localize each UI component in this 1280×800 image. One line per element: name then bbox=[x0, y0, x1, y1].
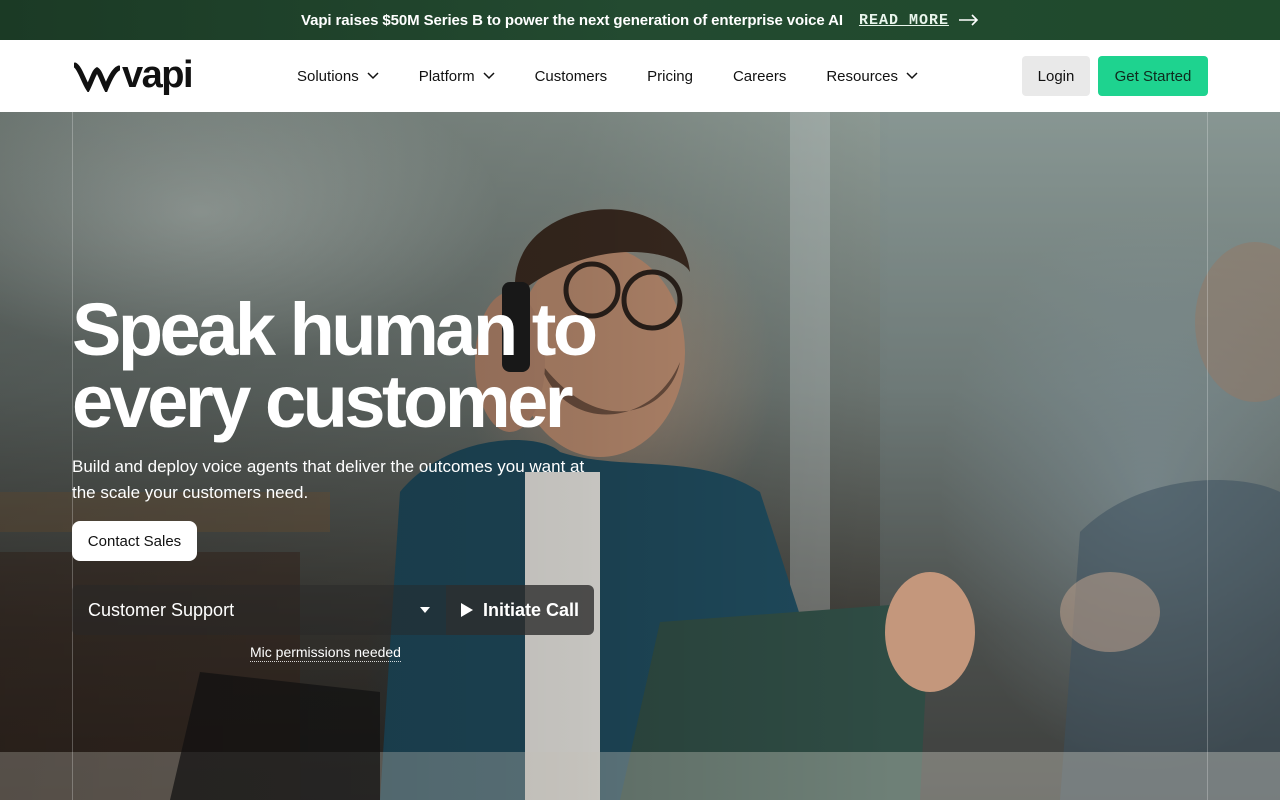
nav-item-label: Solutions bbox=[297, 67, 359, 85]
nav-item-label: Platform bbox=[418, 67, 475, 85]
initiate-call-button[interactable]: Initiate Call bbox=[446, 585, 594, 635]
chevron-down-icon bbox=[367, 72, 379, 80]
hero-section: Speak human to every customer Build and … bbox=[0, 112, 1280, 800]
guide-line-right bbox=[1207, 112, 1208, 800]
chevron-down-icon bbox=[483, 72, 495, 80]
nav-item-resources[interactable]: Resources bbox=[826, 68, 918, 85]
hero-title-line-1: Speak human to bbox=[72, 288, 598, 371]
agent-type-value: Customer Support bbox=[88, 599, 235, 620]
vapi-logo[interactable]: vapi bbox=[74, 56, 196, 98]
agent-type-select[interactable]: Customer Support bbox=[72, 585, 446, 635]
vapi-logo-mark-icon bbox=[74, 62, 120, 92]
login-button[interactable]: Login bbox=[1022, 56, 1090, 96]
hero-title-line-2: every customer bbox=[72, 360, 574, 443]
nav-links: Solutions Platform Customers Pricing Car… bbox=[297, 40, 958, 112]
logo-text: vapi bbox=[122, 54, 194, 96]
nav-item-label: Pricing bbox=[647, 67, 693, 85]
play-icon bbox=[460, 603, 473, 617]
mic-permissions-link[interactable]: Mic permissions needed bbox=[250, 644, 401, 662]
arrow-right-icon bbox=[958, 14, 979, 26]
hero-subtitle: Build and deploy voice agents that deliv… bbox=[72, 457, 585, 502]
nav-item-careers[interactable]: Careers bbox=[733, 68, 786, 85]
initiate-call-label: Initiate Call bbox=[482, 599, 580, 620]
top-navigation: vapi Solutions Platform Customers Pricin… bbox=[0, 40, 1280, 112]
contact-sales-button[interactable]: Contact Sales bbox=[72, 521, 197, 561]
announcement-bar: Vapi raises $50M Series B to power the n… bbox=[0, 0, 1280, 40]
announcement-text: Vapi raises $50M Series B to power the n… bbox=[301, 11, 843, 29]
chevron-down-icon bbox=[906, 72, 918, 80]
nav-item-label: Resources bbox=[826, 67, 899, 85]
demo-call-widget: Customer Support Initiate Call bbox=[72, 585, 594, 635]
nav-item-solutions[interactable]: Solutions bbox=[297, 68, 379, 85]
read-more-link[interactable]: READ MORE bbox=[859, 12, 979, 29]
nav-item-label: Careers bbox=[732, 67, 787, 85]
nav-item-pricing[interactable]: Pricing bbox=[647, 68, 693, 85]
nav-item-platform[interactable]: Platform bbox=[419, 68, 495, 85]
get-started-button[interactable]: Get Started bbox=[1098, 56, 1208, 96]
read-more-label: READ MORE bbox=[858, 11, 949, 29]
caret-down-icon bbox=[420, 607, 430, 613]
hero-title: Speak human to every customer bbox=[72, 288, 712, 443]
nav-item-label: Customers bbox=[534, 67, 608, 85]
nav-item-customers[interactable]: Customers bbox=[535, 68, 608, 85]
